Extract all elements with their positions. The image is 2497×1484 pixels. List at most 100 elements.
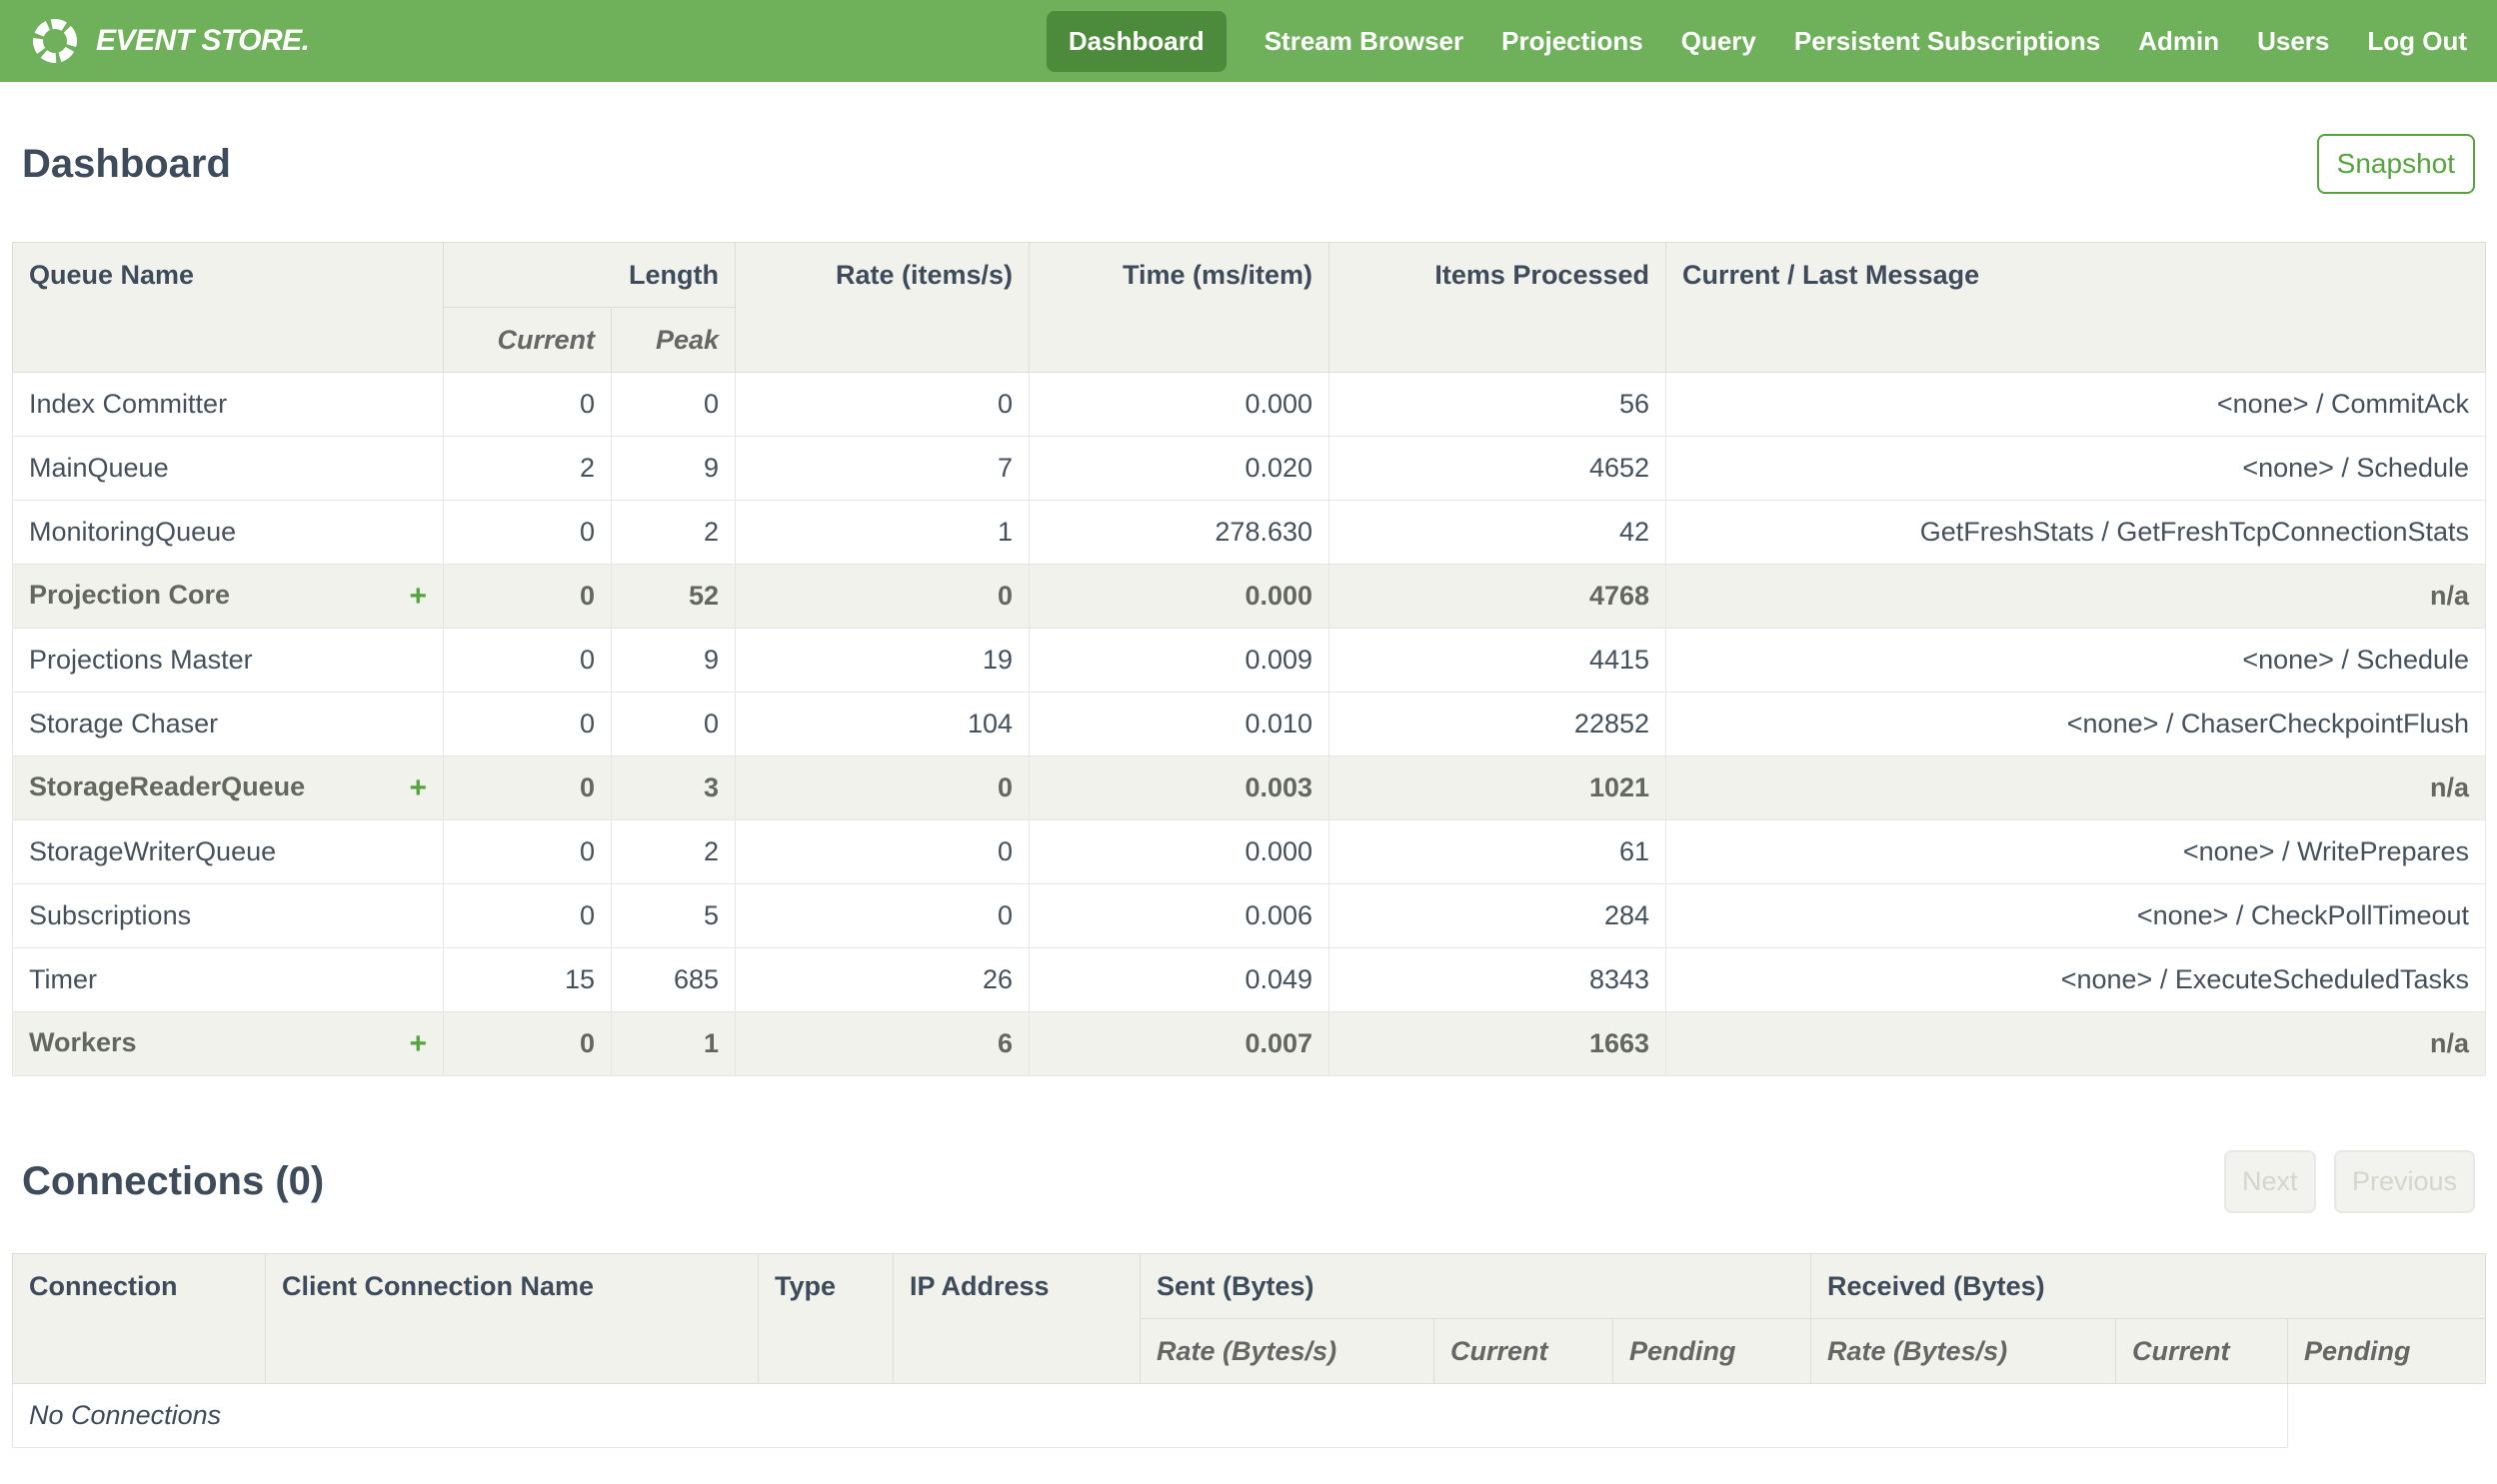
expand-plus-icon[interactable]: + [409, 580, 427, 614]
nav-item-persistent-subscriptions[interactable]: Persistent Subscriptions [1794, 26, 2100, 57]
queue-row: MonitoringQueue 0 2 1 278.630 42 GetFreshStats… [12, 500, 2487, 565]
connections-table-header: Connection Client Connection Name Type I… [12, 1253, 2487, 1384]
col-sent-rate: Rate (Bytes/s) [1140, 1318, 1434, 1384]
queue-time: 0.009 [1029, 628, 1330, 693]
queue-row: Timer 15 685 26 0.049 8343 <none> / ExecuteSch… [12, 947, 2487, 1012]
queue-name: StorageReaderQueue [29, 770, 306, 801]
page-title: Dashboard [22, 141, 231, 186]
queue-name-cell: Index Committer [12, 372, 444, 437]
queue-current-length: 0 [443, 1011, 612, 1076]
queue-rate: 0 [735, 564, 1031, 629]
snapshot-button[interactable]: Snapshot [2316, 134, 2475, 194]
top-nav: EVENT STORE. Dashboard Stream Browser Proj… [0, 0, 2497, 82]
col-queue-name: Queue Name [12, 242, 444, 373]
queue-name: MainQueue [29, 453, 169, 483]
queue-message: <none> / CheckPollTimeout [1665, 883, 2487, 948]
queue-items-processed: 22852 [1328, 692, 1667, 756]
queue-name: StorageWriterQueue [29, 836, 277, 866]
queue-time: 0.003 [1029, 755, 1330, 820]
queue-time: 0.007 [1029, 1011, 1330, 1076]
col-rate: Rate (items/s) [735, 242, 1031, 373]
main-content: Dashboard Snapshot Queue Name Length Rat… [0, 134, 2497, 1448]
connections-table-body: No Connections [11, 1383, 2486, 1448]
queue-current-length: 2 [443, 436, 612, 501]
queue-time: 0.000 [1029, 564, 1330, 629]
nav-item-log-out[interactable]: Log Out [2367, 26, 2467, 57]
nav-item-dashboard[interactable]: Dashboard [1046, 10, 1227, 72]
queue-rate: 0 [735, 883, 1031, 948]
queue-current-length: 15 [443, 947, 612, 1012]
queue-name: Workers [29, 1026, 137, 1057]
queue-time: 0.010 [1029, 692, 1330, 756]
no-connections-row: No Connections [11, 1383, 2486, 1448]
queue-name: Storage Chaser [29, 709, 219, 739]
col-connection: Connection [12, 1253, 266, 1384]
queue-items-processed: 8343 [1328, 947, 1667, 1012]
previous-button[interactable]: Previous [2333, 1150, 2475, 1213]
queue-name: Timer [29, 964, 97, 994]
queue-time: 278.630 [1029, 500, 1330, 565]
col-sent-bytes: Sent (Bytes) [1139, 1253, 1812, 1319]
col-type: Type [758, 1253, 894, 1384]
nav-item-admin[interactable]: Admin [2138, 26, 2219, 57]
expand-plus-icon[interactable]: + [409, 771, 427, 805]
queue-peak-length: 9 [610, 436, 737, 501]
connections-pager: Next Previous [2210, 1150, 2475, 1213]
col-received-rate: Rate (Bytes/s) [1810, 1318, 2117, 1384]
queue-row: + Projection Core 0 52 0 0.000 4768 n/a [12, 564, 2487, 629]
queues-table: Queue Name Length Rate (items/s) Time (m… [12, 242, 2487, 1076]
brand[interactable]: EVENT STORE. [30, 16, 310, 66]
next-button[interactable]: Next [2223, 1150, 2316, 1213]
queue-row: Subscriptions 0 5 0 0.006 284 <none> / CheckPo… [12, 883, 2487, 948]
queue-name: Subscriptions [29, 900, 192, 930]
queue-name: Index Committer [29, 389, 228, 419]
nav-item-projections[interactable]: Projections [1501, 26, 1643, 57]
queue-name-cell: + Workers [12, 1011, 444, 1076]
queue-message: <none> / WritePrepares [1665, 819, 2487, 884]
queue-message: GetFreshStats / GetFreshTcpConnectionSta… [1665, 500, 2487, 565]
expand-plus-icon[interactable]: + [409, 1027, 427, 1061]
queue-row: MainQueue 2 9 7 0.020 4652 <none> / Schedule [12, 436, 2487, 501]
col-length: Length [442, 242, 737, 308]
queue-items-processed: 42 [1328, 500, 1667, 565]
queue-items-processed: 4652 [1328, 436, 1667, 501]
queue-message: <none> / Schedule [1665, 628, 2487, 693]
queue-items-processed: 56 [1328, 372, 1667, 437]
nav-item-query[interactable]: Query [1681, 26, 1756, 57]
page-header: Dashboard Snapshot [22, 134, 2475, 194]
queues-table-body: Index Committer 0 0 0 0.000 56 <none> / Commit… [12, 372, 2487, 1076]
queue-items-processed: 4768 [1328, 564, 1667, 629]
brand-text: EVENT STORE. [96, 24, 310, 57]
connections-table: Connection Client Connection Name Type I… [11, 1253, 2487, 1448]
queue-name: MonitoringQueue [29, 517, 237, 547]
nav-item-users[interactable]: Users [2257, 26, 2329, 57]
queue-peak-length: 9 [610, 628, 737, 693]
nav-item-stream-browser[interactable]: Stream Browser [1264, 26, 1463, 57]
queue-rate: 0 [735, 755, 1031, 820]
queue-name-cell: Storage Chaser [12, 692, 444, 756]
col-received-bytes: Received (Bytes) [1810, 1253, 2487, 1319]
col-length-current: Current [443, 307, 612, 373]
queue-message: <none> / ChaserCheckpointFlush [1665, 692, 2487, 756]
col-client-connection-name: Client Connection Name [265, 1253, 759, 1384]
connections-title: Connections (0) [22, 1159, 325, 1203]
queue-row: + StorageReaderQueue 0 3 0 0.003 1021 n/a [12, 755, 2487, 820]
queue-name-cell: Subscriptions [12, 883, 444, 948]
col-received-pending: Pending [2287, 1318, 2487, 1384]
queue-name: Projection Core [29, 579, 231, 610]
queue-row: + Workers 0 1 6 0.007 1663 n/a [12, 1011, 2487, 1076]
queue-peak-length: 1 [610, 1011, 737, 1076]
queue-message: n/a [1665, 755, 2487, 820]
queue-current-length: 0 [443, 692, 612, 756]
queue-name-cell: Timer [12, 947, 444, 1012]
queue-time: 0.049 [1029, 947, 1330, 1012]
queue-items-processed: 1663 [1328, 1011, 1667, 1076]
queue-items-processed: 284 [1328, 883, 1667, 948]
queue-row: Index Committer 0 0 0 0.000 56 <none> / Commit… [12, 372, 2487, 437]
queue-rate: 1 [735, 500, 1031, 565]
queue-peak-length: 3 [610, 755, 737, 820]
queue-rate: 6 [735, 1011, 1031, 1076]
queue-name: Projections Master [29, 645, 253, 675]
queue-name-cell: StorageWriterQueue [12, 819, 444, 884]
queue-current-length: 0 [443, 500, 612, 565]
